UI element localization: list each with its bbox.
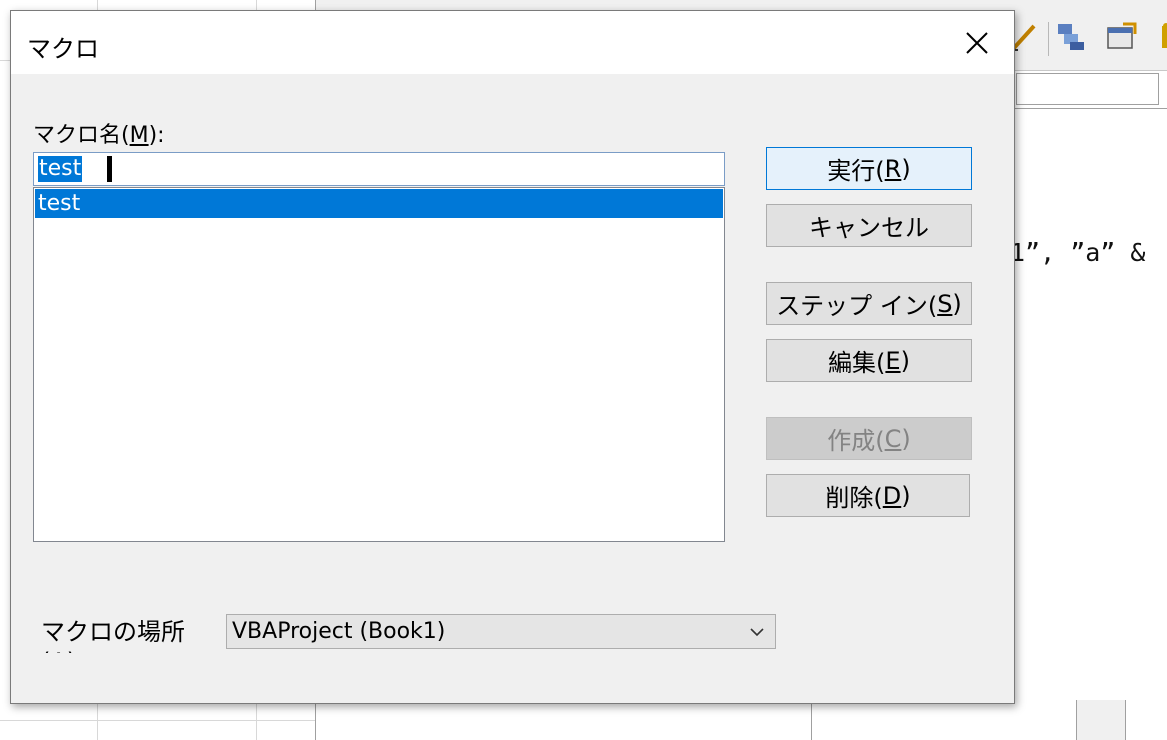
code-text-fragment: 1”, ”a” &	[1010, 238, 1146, 267]
close-button[interactable]	[940, 11, 1014, 74]
text-caret	[107, 156, 112, 182]
create-button[interactable]: 作成(C)	[766, 417, 972, 460]
macro-list[interactable]: test	[33, 187, 725, 542]
cancel-button[interactable]: キャンセル	[766, 204, 972, 247]
macro-name-input[interactable]: test	[33, 152, 725, 186]
macro-list-item[interactable]: test	[35, 189, 723, 218]
macro-name-value: test	[38, 156, 83, 182]
project-explorer-icon[interactable]	[1054, 20, 1088, 54]
properties-window-icon[interactable]	[1105, 20, 1139, 54]
macro-dialog: マクロ マクロ名(M): test test 実行(R) キャンセル ステップ …	[10, 10, 1015, 704]
editor-splitter	[1076, 700, 1126, 740]
macro-location-select[interactable]: VBAProject (Book1)	[226, 614, 776, 649]
macro-location-value: VBAProject (Book1)	[232, 619, 446, 644]
step-in-button[interactable]: ステップ イン(S)	[766, 282, 972, 325]
close-icon	[966, 31, 988, 54]
chevron-down-icon	[750, 628, 764, 637]
delete-button[interactable]: 削除(D)	[766, 474, 970, 517]
dialog-titlebar: マクロ	[11, 11, 1014, 74]
dialog-title: マクロ	[27, 35, 99, 63]
macro-location-label: マクロの場所(A)	[41, 618, 185, 653]
run-button[interactable]: 実行(R)	[766, 147, 972, 190]
object-browser-icon[interactable]	[1154, 20, 1167, 54]
edit-button[interactable]: 編集(E)	[766, 339, 972, 382]
procedure-combo[interactable]	[1016, 73, 1159, 105]
macro-name-label: マクロ名(M):	[33, 123, 165, 148]
